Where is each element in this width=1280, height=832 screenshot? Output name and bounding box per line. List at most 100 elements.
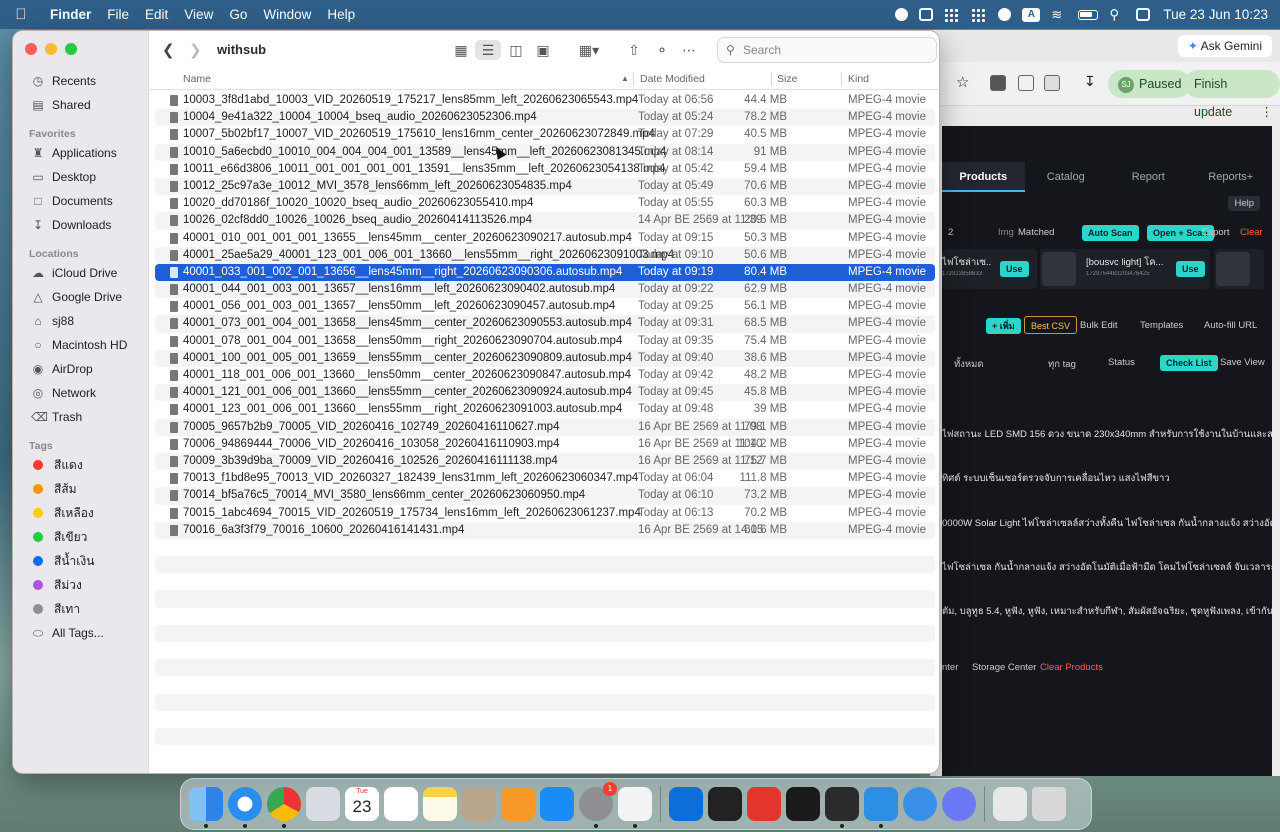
agent-icon[interactable] bbox=[618, 787, 652, 828]
column-divider[interactable] bbox=[633, 72, 634, 86]
file-row[interactable]: 70014_bf5a76c5_70014_MVI_3580_lens66mm_c… bbox=[155, 487, 935, 505]
file-row[interactable]: 70006_94869444_70006_VID_20260416_103058… bbox=[155, 436, 935, 453]
sidebar-tag-red[interactable]: สีแดง bbox=[31, 456, 83, 474]
icon-view-icon[interactable]: ▦ bbox=[448, 40, 474, 60]
menu-view[interactable]: View bbox=[176, 7, 221, 22]
wifi-icon[interactable]: ≋ bbox=[1051, 7, 1067, 22]
sidebar-tag-orange[interactable]: สีส้ม bbox=[31, 480, 77, 498]
help-button[interactable]: Help bbox=[1228, 196, 1260, 211]
pages-icon[interactable] bbox=[501, 787, 535, 821]
menubar-clock[interactable]: Tue 23 Jun 10:23 bbox=[1161, 7, 1268, 22]
sidebar-item-icloud-drive[interactable]: ☁ iCloud Drive bbox=[31, 264, 117, 282]
proton-icon[interactable] bbox=[942, 787, 976, 821]
calendar-icon[interactable]: Tue 23 bbox=[345, 787, 379, 821]
vscode-icon[interactable] bbox=[864, 787, 898, 828]
ask-gemini-button[interactable]: ✦ Ask Gemini bbox=[1177, 35, 1272, 57]
use-button[interactable]: Use bbox=[1000, 261, 1029, 277]
extension-status-icon[interactable] bbox=[919, 8, 934, 21]
extension-icon[interactable] bbox=[990, 75, 1006, 91]
sidebar-tag-purple[interactable]: สีม่วง bbox=[31, 576, 82, 594]
storage-center-button[interactable]: Storage Center bbox=[972, 662, 1036, 673]
dots-app-icon[interactable] bbox=[708, 787, 742, 821]
file-row[interactable]: 70016_6a3f3f79_70016_10600_2026041614143… bbox=[155, 521, 935, 539]
spotlight-icon[interactable]: ⚲ bbox=[1109, 7, 1125, 22]
dots-status-icon[interactable] bbox=[971, 7, 988, 22]
puzzle-icon[interactable] bbox=[1018, 75, 1034, 91]
export-button[interactable]: Export bbox=[1202, 227, 1229, 238]
tab-catalog[interactable]: Catalog bbox=[1025, 162, 1108, 192]
tab-products[interactable]: Products bbox=[942, 162, 1025, 192]
menu-help[interactable]: Help bbox=[319, 7, 363, 22]
column-kind-header[interactable]: Kind bbox=[848, 73, 869, 85]
apple-menu-icon[interactable]:  bbox=[0, 6, 42, 23]
file-row[interactable]: 40001_123_001_006_001_13660__lens55mm__r… bbox=[155, 401, 935, 418]
column-size-header[interactable]: Size bbox=[777, 73, 797, 85]
app-store-icon[interactable] bbox=[540, 787, 574, 821]
zoom-window-button[interactable] bbox=[65, 43, 77, 55]
sidebar-tag-green[interactable]: สีเขียว bbox=[31, 528, 87, 546]
file-row[interactable]: 40001_100_001_005_001_13659__lens55mm__c… bbox=[155, 349, 935, 367]
activity-monitor-icon[interactable] bbox=[786, 787, 820, 821]
tag-filter-select[interactable]: ทุก tag bbox=[1048, 357, 1076, 372]
chrome-icon[interactable] bbox=[267, 787, 301, 828]
notes-icon[interactable] bbox=[423, 787, 457, 821]
file-row[interactable]: 10012_25c97a3e_10012_MVI_3578_lens66mm_l… bbox=[155, 177, 935, 196]
terminal-icon[interactable] bbox=[825, 787, 859, 828]
system-settings-icon[interactable]: 1 bbox=[579, 782, 617, 828]
sidebar-item-applications[interactable]: ♜ Applications bbox=[31, 144, 117, 162]
file-row[interactable]: 10020_dd70186f_10020_10020_bseq_audio_20… bbox=[155, 195, 935, 212]
file-row[interactable]: 70015_1abc4694_70015_VID_20260519_175734… bbox=[155, 505, 935, 522]
sidebar-item-trash[interactable]: ⌫ Trash bbox=[31, 408, 82, 426]
record-status-icon[interactable] bbox=[895, 8, 909, 21]
battery-icon[interactable] bbox=[1078, 9, 1099, 20]
tab-report[interactable]: Report bbox=[1107, 162, 1190, 192]
sidebar-tag-blue[interactable]: สีน้ำเงิน bbox=[31, 552, 94, 570]
all-filter-select[interactable]: ทั้งหมด bbox=[954, 357, 984, 372]
menu-window[interactable]: Window bbox=[255, 7, 319, 22]
grid-status-icon[interactable] bbox=[944, 7, 961, 22]
sidebar-tag-yellow[interactable]: สีเหลือง bbox=[31, 504, 94, 522]
finish-update-button[interactable]: Finish update ⋮ bbox=[1184, 70, 1280, 119]
sidebar-item-recents[interactable]: ◷ Recents bbox=[31, 72, 96, 90]
file-row[interactable]: 40001_033_001_002_001_13656__lens45mm__r… bbox=[155, 263, 935, 282]
center-button[interactable]: nter bbox=[942, 662, 958, 673]
tag-icon[interactable]: ⚬ bbox=[649, 40, 675, 60]
autofill-url-button[interactable]: Auto-fill URL bbox=[1204, 320, 1257, 331]
file-row[interactable]: 10004_9e41a322_10004_10004_bseq_audio_20… bbox=[155, 109, 935, 127]
safari-icon[interactable] bbox=[228, 787, 262, 828]
control-center-icon[interactable] bbox=[1136, 8, 1151, 21]
file-row[interactable]: 40001_010_001_001_001_13655__lens45mm__c… bbox=[155, 230, 935, 247]
best-csv-button[interactable]: Best CSV bbox=[1024, 316, 1078, 334]
file-row[interactable]: 40001_121_001_006_001_13660__lens55mm__c… bbox=[155, 384, 935, 402]
sidebar-item-downloads[interactable]: ↧ Downloads bbox=[31, 216, 111, 234]
file-row[interactable]: 10007_5b02bf17_10007_VID_20260519_175610… bbox=[155, 126, 935, 143]
trash-icon[interactable] bbox=[1032, 787, 1066, 821]
more-options-icon[interactable]: ⋯ bbox=[676, 40, 702, 60]
share-icon[interactable]: ⇧ bbox=[621, 40, 647, 60]
sidebar-item-network[interactable]: ◎ Network bbox=[31, 384, 96, 402]
matched-select[interactable]: Matched bbox=[1018, 227, 1054, 238]
minimize-window-button[interactable] bbox=[45, 43, 57, 55]
file-row[interactable]: 40001_073_001_004_001_13658__lens45mm__c… bbox=[155, 315, 935, 333]
windows-app-icon[interactable] bbox=[669, 787, 703, 821]
check-list-button[interactable]: Check List bbox=[1160, 355, 1218, 371]
column-view-icon[interactable]: ◫ bbox=[503, 40, 529, 60]
menu-go[interactable]: Go bbox=[221, 7, 255, 22]
clear-button[interactable]: Clear bbox=[1240, 227, 1263, 238]
finder-icon[interactable] bbox=[189, 787, 223, 828]
save-view-button[interactable]: Save View bbox=[1220, 357, 1265, 368]
close-window-button[interactable] bbox=[25, 43, 37, 55]
file-row[interactable]: 40001_25ae5a29_40001_123_001_006_001_136… bbox=[155, 246, 935, 264]
back-chevron-icon[interactable]: ❮ bbox=[162, 41, 176, 59]
templates-button[interactable]: Templates bbox=[1140, 320, 1183, 331]
file-row[interactable]: 40001_056_001_003_001_13657__lens50mm__l… bbox=[155, 298, 935, 315]
auto-scan-button[interactable]: Auto Scan bbox=[1082, 225, 1139, 241]
search-input[interactable]: ⚲ Search bbox=[717, 37, 937, 63]
quantity-field[interactable]: 2 bbox=[948, 227, 953, 238]
file-row[interactable]: 10003_3f8d1abd_10003_VID_20260519_175217… bbox=[155, 92, 935, 109]
sidebar-item-sj88[interactable]: ⌂ sj88 bbox=[31, 312, 74, 330]
use-button[interactable]: Use bbox=[1176, 261, 1205, 277]
sidebar-item-macintosh-hd[interactable]: ○ Macintosh HD bbox=[31, 336, 127, 354]
file-row[interactable]: 10026_02cf8dd0_10026_10026_bseq_audio_20… bbox=[155, 212, 935, 230]
file-row[interactable]: 40001_118_001_006_001_13660__lens50mm__c… bbox=[155, 367, 935, 384]
